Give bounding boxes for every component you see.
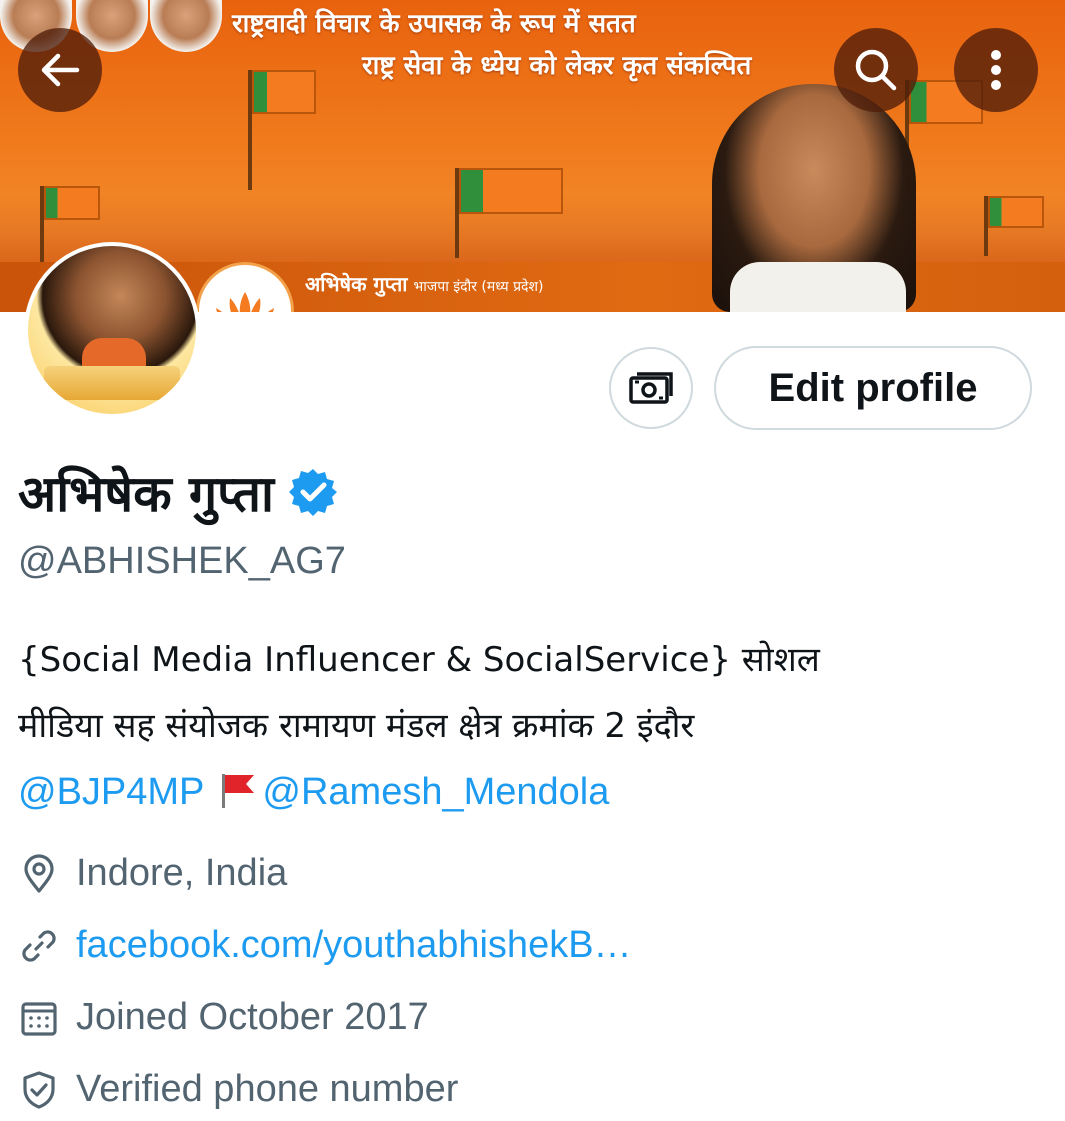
arrow-left-icon [41, 53, 80, 87]
back-button[interactable] [18, 28, 102, 112]
verified-phone-text[interactable]: Verified phone number [76, 1068, 458, 1111]
mention-link[interactable]: @BJP4MP [18, 771, 204, 813]
bio-line: मीडिया सह संयोजक रामायण मंडल क्षेत्र क्र… [18, 706, 695, 746]
edit-profile-button[interactable]: Edit profile [714, 346, 1032, 430]
mention-link[interactable]: @Ramesh_Mendola [262, 771, 609, 813]
location-row: Indore, India [18, 852, 287, 895]
red-flag-icon [222, 774, 255, 808]
banner-caption-sub: भाजपा इंदौर (मध्य प्रदेश) [413, 279, 544, 295]
display-name-row: अभिषेक गुप्ता [18, 458, 338, 526]
display-name: अभिषेक गुप्ता [18, 465, 275, 523]
bio-mentions-line: @BJP4MP @Ramesh_Mendola [18, 759, 1048, 825]
profile-bio: {Social Media Influencer & SocialService… [18, 627, 1048, 825]
more-vertical-icon [991, 50, 1001, 90]
bio-line: {Social Media Influencer & SocialService… [18, 640, 820, 680]
search-button[interactable] [834, 28, 918, 112]
location-pin-icon [18, 853, 60, 895]
party-flag [984, 196, 1044, 256]
party-flag [455, 168, 565, 258]
avatar-photo [28, 246, 196, 414]
profile-avatar[interactable] [24, 242, 200, 418]
banner-caption: अभिषेक गुप्ता भाजपा इंदौर (मध्य प्रदेश) [305, 270, 543, 297]
verified-badge-icon[interactable] [288, 467, 338, 517]
search-icon [855, 49, 897, 91]
joined-row: Joined October 2017 [18, 996, 429, 1039]
banner-caption-name: अभिषेक गुप्ता [305, 272, 408, 296]
banner-tagline-2: राष्ट्र सेवा के ध्येय को लेकर कृत संकल्प… [362, 51, 752, 81]
avatar-temple [44, 366, 180, 400]
money-icon [629, 372, 673, 404]
link-icon [18, 925, 60, 967]
verified-phone-row[interactable]: Verified phone number [18, 1068, 458, 1111]
website-link[interactable]: facebook.com/youthabhishekB… [76, 924, 632, 967]
banner-tagline-1: राष्ट्रवादी विचार के उपासक के रूप में सत… [232, 9, 636, 39]
professional-tools-button[interactable] [609, 347, 693, 429]
calendar-icon [18, 997, 60, 1039]
shield-check-icon [18, 1069, 60, 1111]
joined-date-text: Joined October 2017 [76, 996, 429, 1038]
profile-handle: @ABHISHEK_AG7 [18, 540, 346, 582]
party-flag [248, 70, 318, 190]
banner-person-shirt [730, 262, 906, 312]
location-text: Indore, India [76, 852, 288, 894]
more-options-button[interactable] [954, 28, 1038, 112]
website-row[interactable]: facebook.com/youthabhishekB… [18, 924, 632, 967]
banner-leader-photo [150, 0, 222, 52]
